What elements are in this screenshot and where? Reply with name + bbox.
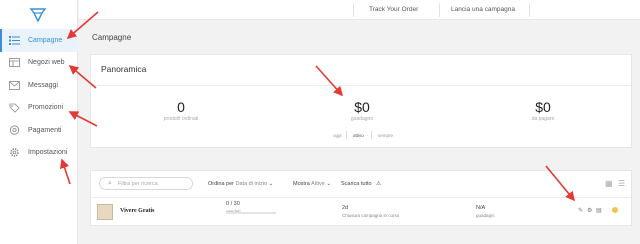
sidebar-item-messaggi[interactable]: Messaggi: [0, 74, 78, 97]
sort-dropdown[interactable]: Ordina per Data di inizio ⌄: [208, 181, 273, 187]
top-divider: [353, 3, 354, 17]
sidebar-item-label: Negozi web: [28, 59, 65, 67]
tag-icon: [8, 103, 20, 113]
launch-campaign-link[interactable]: Lancia una campagna: [451, 6, 515, 13]
show-dropdown[interactable]: Mostra Attive ⌄: [293, 181, 331, 187]
sold-value: 0 / 30: [226, 201, 240, 207]
top-divider: [439, 3, 440, 17]
sidebar-item-impostazioni[interactable]: Impostazioni: [0, 142, 78, 165]
overview-title: Panoramica: [101, 64, 147, 74]
campaign-time: 2d Chiusura campagna in corso: [342, 205, 399, 218]
sidebar-item-label: Campagne: [28, 36, 63, 44]
chevron-down-icon: ⌄: [268, 181, 274, 187]
sidebar-item-negozi-web[interactable]: Negozi web: [0, 52, 78, 75]
stat-value: $0: [535, 99, 551, 115]
sidebar-item-campagne[interactable]: Campagne: [0, 29, 78, 52]
page-title: Campagne: [92, 33, 132, 42]
stat-products-ordered: 0 prodotti ordinati: [136, 99, 226, 122]
settings-icon[interactable]: ⚙: [587, 207, 592, 214]
document-icon[interactable]: ▤: [596, 207, 602, 214]
payment-icon: [8, 125, 20, 135]
status-dot: [612, 207, 618, 213]
sidebar-item-label: Impostazioni: [28, 149, 68, 157]
sold-progress-bar: [226, 212, 276, 214]
stat-to-be-paid: $0 da pagare: [498, 99, 588, 122]
logo-icon[interactable]: [28, 6, 48, 24]
list-view-icon[interactable]: ☰: [618, 179, 625, 188]
period-always-tab[interactable]: sempre: [378, 133, 393, 138]
divider: [371, 131, 372, 139]
show-value: Attive: [311, 181, 325, 187]
sidebar: Campagne Negozi web Messaggi Promozioni …: [0, 0, 78, 244]
list-icon: [8, 35, 20, 45]
edit-icon[interactable]: ✎: [578, 207, 583, 214]
divider: [346, 131, 347, 139]
period-today-tab[interactable]: oggi: [333, 133, 342, 138]
stat-value: 0: [177, 99, 185, 115]
sidebar-item-pagamenti[interactable]: Pagamenti: [0, 119, 78, 142]
sidebar-item-label: Promozioni: [28, 104, 64, 112]
sidebar-item-promozioni[interactable]: Promozioni: [0, 97, 78, 120]
search-placeholder: Filtra per ricerca: [117, 180, 158, 187]
download-all-label: Scarica tutto: [341, 181, 372, 187]
time-label: Chiusura campagna in corso: [342, 213, 400, 218]
store-icon: [8, 58, 20, 68]
gear-icon: [8, 148, 20, 158]
sidebar-item-label: Messaggi: [28, 81, 58, 89]
chevron-down-icon: ⌄: [326, 181, 331, 187]
overview-card: Panoramica 0 prodotti ordinati $0 guadag…: [90, 54, 632, 148]
grid-view-icon[interactable]: ▦: [605, 179, 613, 188]
stat-label: guadagno: [350, 116, 374, 122]
stat-earnings: $0 guadagno: [317, 99, 407, 122]
top-bar: Track Your Order Lancia una campagna: [79, 0, 640, 20]
sort-label: Ordina per: [208, 181, 234, 187]
campaign-thumbnail[interactable]: [97, 204, 113, 220]
search-input[interactable]: ⌕ Filtra per ricerca: [99, 177, 193, 190]
campaign-name[interactable]: Vivere Gratis: [120, 208, 155, 214]
download-all-button[interactable]: Scarica tutto ⚠: [341, 181, 381, 187]
profit-value: N/A: [476, 205, 486, 211]
period-active-tab[interactable]: attivo: [353, 133, 364, 138]
stat-label: prodotti ordinati: [163, 116, 199, 122]
warning-icon: ⚠: [376, 181, 382, 187]
divider: [91, 85, 631, 86]
sidebar-nav: Campagne Negozi web Messaggi Promozioni …: [0, 29, 78, 164]
profit-label: guadagni: [476, 213, 495, 218]
show-label: Mostra: [293, 181, 310, 187]
top-divider: [529, 3, 530, 17]
sort-value: Data di inizio: [235, 181, 268, 187]
divider: [91, 197, 631, 198]
sidebar-item-label: Pagamenti: [28, 126, 62, 134]
track-order-link[interactable]: Track Your Order: [369, 6, 418, 13]
campaign-profit: N/A guadagni: [476, 205, 495, 218]
stat-value: $0: [354, 99, 370, 115]
stat-label: da pagare: [531, 116, 555, 122]
time-value: 2d: [342, 205, 349, 211]
search-icon: ⌕: [108, 179, 112, 187]
mail-icon: [8, 80, 20, 90]
